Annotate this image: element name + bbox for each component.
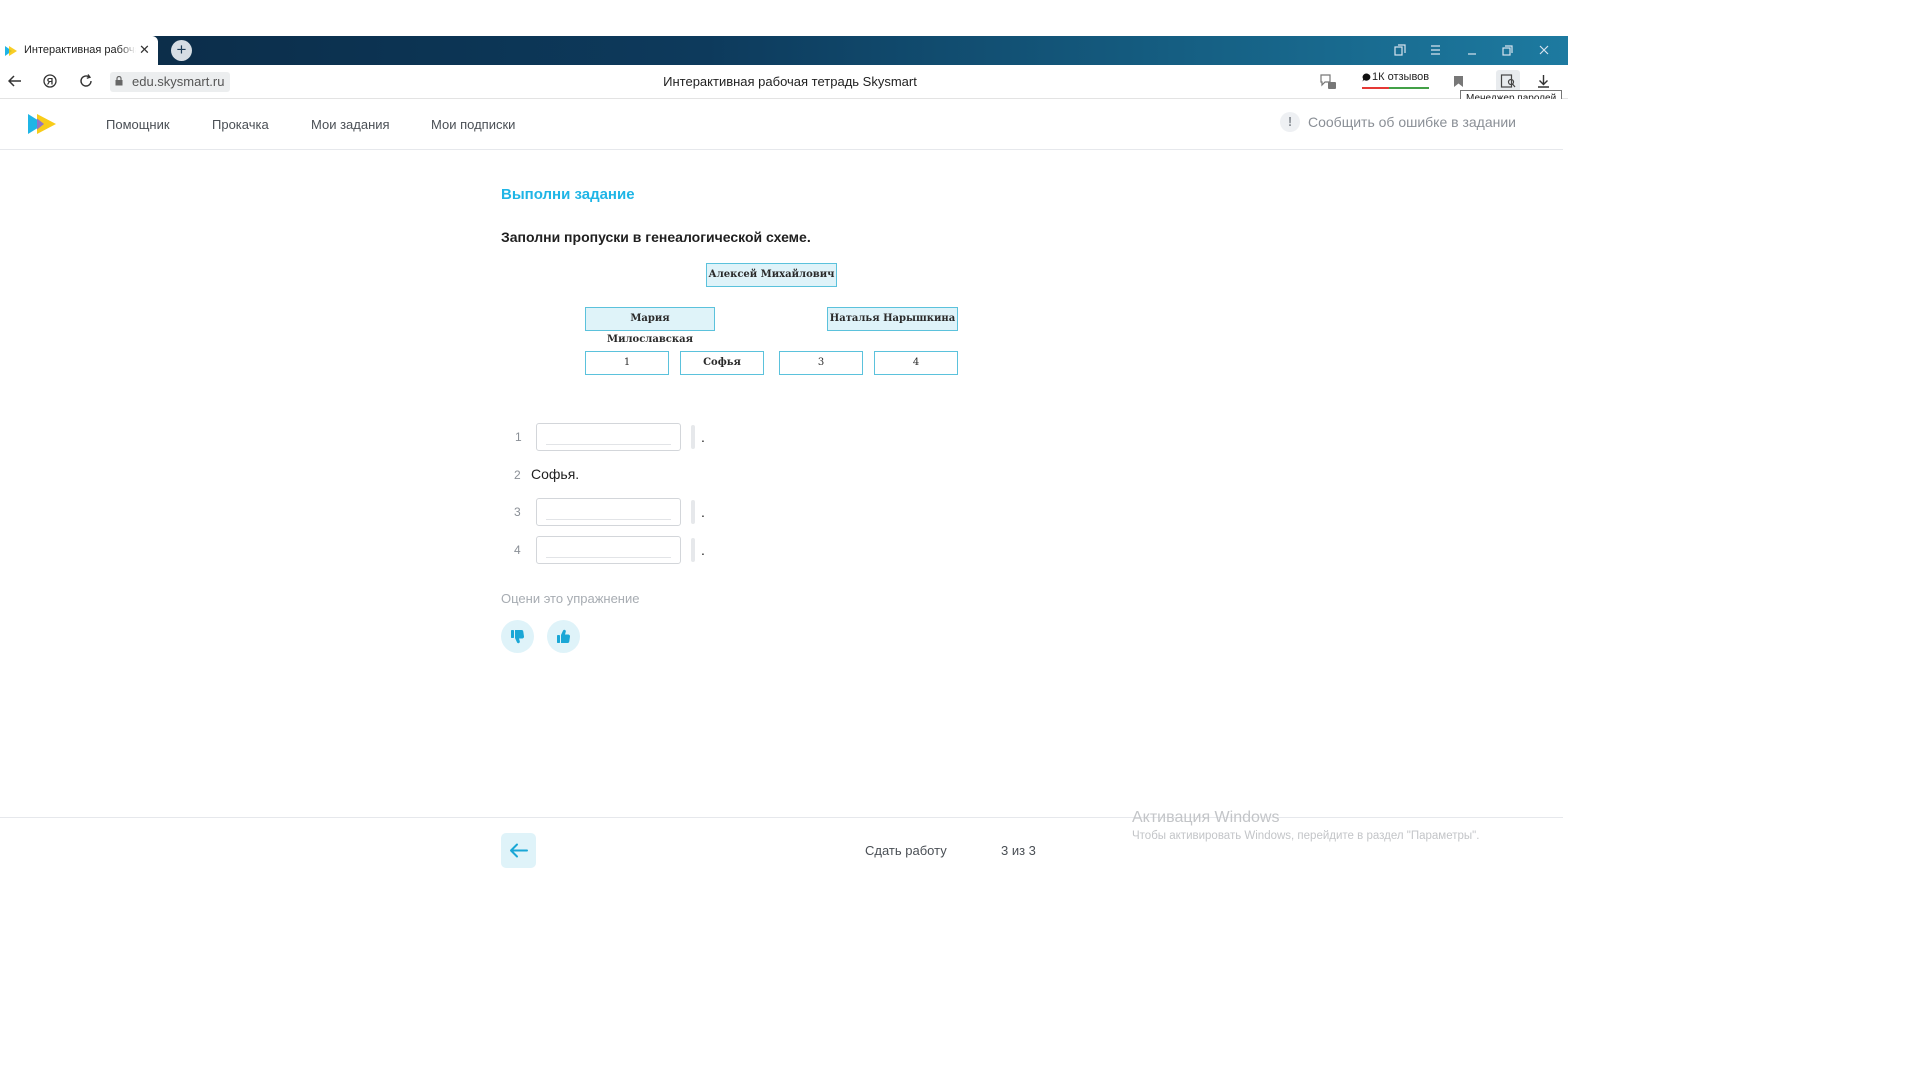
scheme-child-3: 3 (779, 351, 863, 375)
download-icon[interactable] (1537, 74, 1550, 88)
protect-icon[interactable] (1319, 73, 1337, 90)
nav-training[interactable]: Прокачка (212, 117, 269, 132)
dislike-button[interactable] (501, 620, 534, 653)
reviews-badge[interactable]: 1К отзывов (1361, 71, 1429, 83)
footer (0, 817, 1563, 882)
back-icon[interactable] (8, 75, 22, 87)
exclamation-icon[interactable]: ! (1280, 112, 1300, 132)
skysmart-logo[interactable] (28, 114, 56, 134)
task-instruction: Заполни пропуски в генеалогической схеме… (501, 229, 811, 245)
windows-activation-title: Активация Windows (1132, 809, 1280, 826)
drag-handle[interactable] (691, 500, 695, 524)
scheme-child-4: 4 (874, 351, 958, 375)
browser-tab[interactable]: Интерактивная рабочая тетрадь Skysmart ✕ (0, 36, 158, 65)
minimize-icon[interactable] (1467, 45, 1477, 55)
svg-text:Я: Я (47, 77, 53, 87)
scheme-parent-2: Наталья Нарышкина (827, 307, 958, 331)
arrow-left-icon (510, 843, 528, 858)
restore-icon[interactable] (1502, 45, 1513, 56)
page-counter: 3 из 3 (1001, 843, 1036, 858)
lock-icon (115, 76, 123, 86)
rate-label: Оцени это упражнение (501, 591, 640, 606)
bookmarks-panel-icon[interactable] (1394, 44, 1406, 56)
answer-input-4[interactable] (536, 536, 681, 564)
nav-assistant[interactable]: Помощник (106, 117, 170, 132)
bookmark-icon[interactable] (1453, 75, 1464, 88)
new-tab-button[interactable]: + (171, 40, 192, 61)
tab-close-icon[interactable]: ✕ (139, 42, 150, 58)
answer-input-1[interactable] (536, 423, 681, 451)
reviews-rating-bar (1362, 87, 1429, 89)
answer-period: . (701, 504, 705, 520)
back-button[interactable] (501, 833, 536, 868)
drag-handle[interactable] (691, 425, 695, 449)
scheme-root: Алексей Михайлович (706, 263, 837, 287)
answer-number: 1 (515, 430, 522, 444)
scheme-parent-1: Мария Милославская (585, 307, 715, 345)
answer-number: 3 (514, 505, 521, 519)
skysmart-favicon-icon (5, 46, 17, 56)
report-error-link[interactable]: Сообщить об ошибке в задании (1308, 114, 1516, 130)
menu-icon[interactable] (1430, 45, 1441, 55)
scheme-child-1: 1 (585, 351, 669, 375)
answer-number: 4 (514, 543, 521, 557)
url-field[interactable]: edu.skysmart.ru (110, 72, 231, 92)
thumbs-down-icon (511, 629, 525, 644)
thumbs-up-icon (557, 629, 571, 644)
password-manager-icon (1500, 74, 1516, 88)
yandex-icon[interactable]: Я (43, 74, 57, 88)
tab-bar: Интерактивная рабочая тетрадь Skysmart ✕ (0, 36, 1568, 65)
submit-work-button[interactable]: Сдать работу (865, 843, 947, 858)
answer-period: . (701, 429, 705, 445)
answer-input-3[interactable] (536, 498, 681, 526)
drag-handle[interactable] (691, 538, 695, 562)
tab-title: Интерактивная рабочая тетрадь Skysmart (24, 44, 136, 56)
top-strip (0, 0, 1568, 36)
task-heading: Выполни задание (501, 186, 635, 203)
like-button[interactable] (547, 620, 580, 653)
windows-activation-subtitle: Чтобы активировать Windows, перейдите в … (1132, 830, 1480, 842)
page-title: Интерактивная рабочая тетрадь Skysmart (663, 74, 917, 89)
answer-number: 2 (514, 468, 521, 482)
reload-icon[interactable] (79, 74, 93, 88)
close-icon[interactable] (1539, 45, 1549, 55)
answer-period: . (701, 542, 705, 558)
scheme-child-2: Софья (680, 351, 764, 375)
nav-my-subscriptions[interactable]: Мои подписки (431, 117, 515, 132)
nav-my-tasks[interactable]: Мои задания (311, 117, 390, 132)
answer-text-2: Софья. (531, 466, 580, 482)
